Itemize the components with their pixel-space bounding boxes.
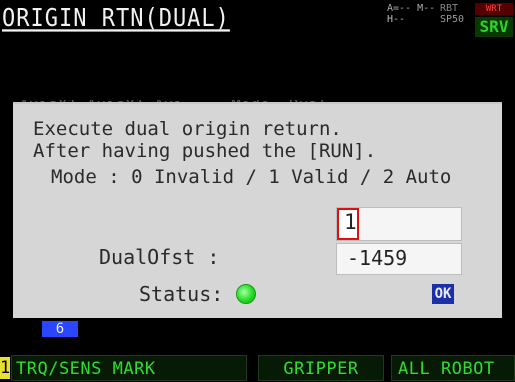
gripper-button[interactable]: GRIPPER [258,355,384,381]
function-page-number: 1 [0,357,11,379]
screen-title: ORIGIN RTN(DUAL) [2,4,230,33]
mode-value: 1 [344,210,357,234]
mode-options-text: Mode : 0 Invalid / 1 Valid / 2 Auto [51,166,452,188]
all-robot-button[interactable]: ALL ROBOT [391,355,515,381]
servo-indicator: SRV [475,17,513,37]
dual-offset-field[interactable]: -1459 [336,243,462,275]
title-bar: ORIGIN RTN(DUAL) A=-- M-- H-- RBT SP50 W… [0,0,515,40]
page-number-tab[interactable]: 6 [42,321,78,337]
dual-origin-dialog: Execute dual origin return. After having… [13,104,502,318]
status-label: Status: [139,282,224,306]
dual-offset-label: DualOfst : [99,245,220,269]
status-lamp-icon [236,284,256,304]
dual-offset-value: -1459 [347,246,408,270]
instruction-line-1: Execute dual origin return. [33,118,342,140]
write-indicator: WRT [475,3,513,15]
trq-sens-mark-button[interactable]: TRQ/SENS MARK [11,355,247,381]
mode-input[interactable]: 1 [336,207,462,241]
ok-button[interactable]: OK [432,284,454,304]
instruction-line-2: After having pushed the [RUN]. [33,140,377,162]
